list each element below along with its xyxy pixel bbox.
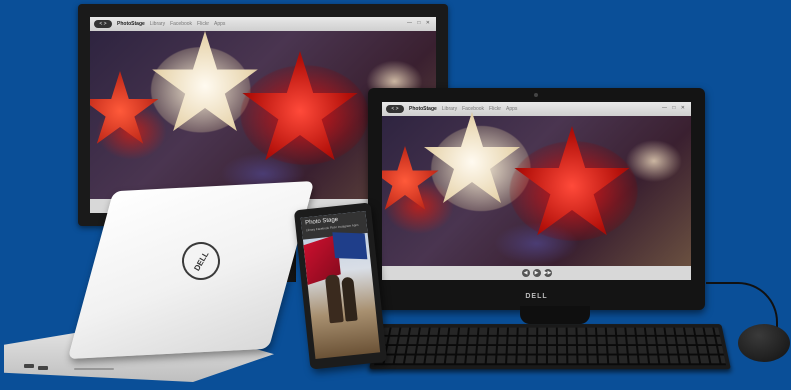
smartphone: Photo Stage Library Facebook Flickr Inst… [293,202,388,370]
red-star-ornament-left [90,71,159,144]
tab-library[interactable]: Library [150,21,165,27]
window-controls[interactable]: — □ ✕ [407,20,432,26]
keyboard-keys [373,327,727,366]
tab-apps[interactable]: Apps [214,21,225,27]
previous-icon[interactable]: ◀ [521,269,530,277]
phone-screen: Photo Stage Library Facebook Flickr Inst… [300,210,381,360]
play-icon[interactable]: ▶ [532,269,541,277]
optical-drive-slot [74,368,114,370]
aio-stand [520,306,590,324]
app-brand: PhotoStage [409,106,437,112]
window-controls[interactable]: — □ ✕ [662,105,687,111]
app-titlebar: < > PhotoStage Library Facebook Flickr A… [90,17,436,31]
flag-photo-blue [332,232,368,260]
playback-bar: ◀ ▶ ▶▶ [382,266,691,280]
keyboard [369,324,731,370]
aio-dell-logo: DELL [525,292,548,300]
tab-flickr[interactable]: Flickr [489,106,501,112]
mouse [738,324,790,362]
webcam-icon [534,93,538,97]
tab-facebook[interactable]: Facebook [462,106,484,112]
app-titlebar: < > PhotoStage Library Facebook Flickr A… [382,102,691,116]
red-star-ornament-left [382,146,439,210]
app-brand: PhotoStage [117,21,145,27]
usb-port-icon [38,366,48,370]
tab-apps[interactable]: Apps [506,106,517,112]
white-star-ornament [152,31,258,132]
usb-port-icon [24,364,34,368]
person-silhouette [341,276,358,322]
tab-flickr[interactable]: Flickr [197,21,209,27]
red-star-ornament [514,126,630,236]
all-in-one-pc: < > PhotoStage Library Facebook Flickr A… [368,88,705,310]
nav-arrows-icon[interactable]: < > [94,20,112,28]
star-ornament-photo [382,112,691,266]
white-star-ornament [424,112,520,203]
tab-library[interactable]: Library [442,106,457,112]
next-icon[interactable]: ▶▶ [543,269,552,277]
red-star-ornament [242,51,358,161]
nav-arrows-icon[interactable]: < > [386,105,404,113]
tab-facebook[interactable]: Facebook [170,21,192,27]
aio-photostage-window: < > PhotoStage Library Facebook Flickr A… [382,102,691,280]
